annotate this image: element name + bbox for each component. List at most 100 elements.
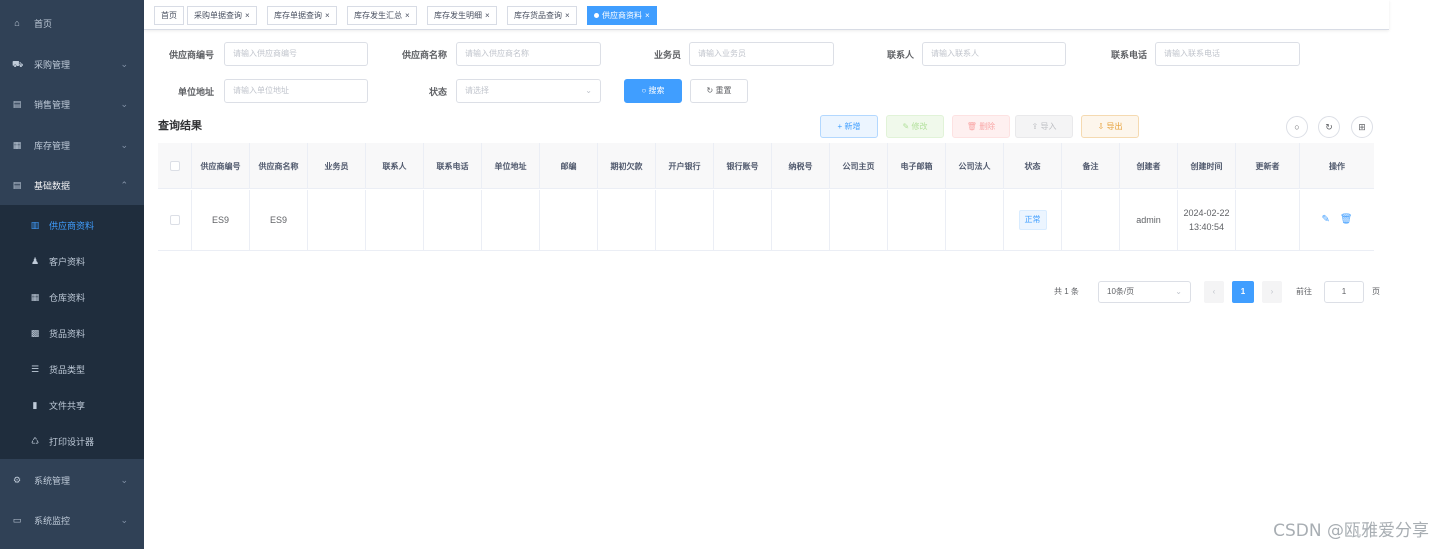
supplier-code-label: 供应商编号 <box>168 50 214 60</box>
sidebar-item-label: 基础数据 <box>34 180 71 191</box>
col-header: 供应商编号 <box>192 143 250 189</box>
sidebar-item-file-share[interactable]: ▮ 文件共享 <box>0 387 144 423</box>
file-icon: ▮ <box>32 400 38 410</box>
sidebar-item-label: 客户资料 <box>49 256 86 267</box>
tab-purchase-query[interactable]: 采购单据查询 × <box>187 6 257 25</box>
sidebar-item-label: 系统管理 <box>34 475 71 486</box>
salesman-input[interactable]: 请输入业务员 <box>689 42 834 66</box>
col-header: 供应商名称 <box>250 143 308 189</box>
tab-label: 供应商资料 <box>602 11 642 20</box>
chevron-down-icon: ⌄ <box>120 139 128 150</box>
select-all-checkbox[interactable] <box>169 161 180 171</box>
sidebar-item-monitor[interactable]: ▭ 系统监控 ⌄ <box>0 500 144 540</box>
tab-inventory-query[interactable]: 库存单据查询 × <box>267 6 337 25</box>
page-size-select[interactable]: 10条/页 ⌄ <box>1098 281 1191 303</box>
status-select-placeholder: 请选择 <box>465 86 489 95</box>
section-title: 查询结果 <box>158 120 202 132</box>
columns-button[interactable]: ⊞ <box>1351 116 1373 138</box>
download-icon: ⇩ <box>1097 122 1105 131</box>
tab-label: 库存发生汇总 <box>354 11 402 20</box>
supplier-name-input[interactable]: 请输入供应商名称 <box>456 42 601 66</box>
tab-home[interactable]: 首页 <box>154 6 184 25</box>
tab-supplier[interactable]: 供应商资料 × <box>587 6 657 25</box>
close-icon[interactable]: × <box>405 11 410 20</box>
tab-goods-query[interactable]: 库存货品查询 × <box>507 6 577 25</box>
database-icon: ▤ <box>12 180 22 190</box>
toggle-search-button[interactable]: ○ <box>1286 116 1308 138</box>
close-icon[interactable]: × <box>565 11 570 20</box>
export-button[interactable]: ⇩ 导出 <box>1081 115 1139 138</box>
list-icon: ☰ <box>30 364 40 374</box>
refresh-icon: ↻ <box>706 86 714 95</box>
supplier-name-label: 供应商名称 <box>401 50 447 60</box>
next-page-button[interactable]: › <box>1262 281 1282 303</box>
add-button[interactable]: + 新增 <box>820 115 878 138</box>
add-button-label: 新增 <box>844 122 861 131</box>
chevron-down-icon: ⌄ <box>120 98 128 109</box>
close-icon[interactable]: × <box>325 11 330 20</box>
close-icon[interactable]: × <box>485 11 490 20</box>
supplier-code-input[interactable]: 请输入供应商编号 <box>224 42 368 66</box>
address-input[interactable]: 请输入单位地址 <box>224 79 368 103</box>
goto-page-input[interactable]: 1 <box>1324 281 1364 303</box>
close-icon[interactable]: × <box>245 11 250 20</box>
sidebar-item-label: 仓库资料 <box>49 292 86 303</box>
chevron-right-icon: › <box>1270 287 1274 296</box>
sidebar-item-inventory[interactable]: ▦ 库存管理 ⌄ <box>0 125 144 165</box>
phone-input[interactable]: 请输入联系电话 <box>1155 42 1300 66</box>
sidebar-item-customer[interactable]: ♟ 客户资料 <box>0 243 144 279</box>
search-icon: ○ <box>1294 122 1300 132</box>
monitor-icon: ▭ <box>12 515 22 525</box>
cell-empty <box>830 190 888 250</box>
contact-input[interactable]: 请输入联系人 <box>922 42 1066 66</box>
cell-empty <box>946 190 1004 250</box>
tab-label: 首页 <box>161 11 177 20</box>
sidebar-item-sales[interactable]: ▤ 销售管理 ⌄ <box>0 84 144 124</box>
sidebar-item-label: 库存管理 <box>34 140 71 151</box>
sidebar-submenu: ▥ 供应商资料 ♟ 客户资料 ▦ 仓库资料 ▩ 货品资料 ☰ 货品类型 ▮ 文件… <box>0 205 144 459</box>
cell-empty <box>308 190 366 250</box>
sidebar-item-supplier[interactable]: ▥ 供应商资料 <box>0 207 144 243</box>
close-icon[interactable]: × <box>645 11 650 20</box>
sidebar-item-warehouse[interactable]: ▦ 仓库资料 <box>0 279 144 315</box>
salesman-label: 业务员 <box>653 50 681 60</box>
trash-icon[interactable]: 🗑 <box>1340 213 1353 227</box>
search-button-label: 搜索 <box>648 86 665 95</box>
sidebar-item-label: 打印设计器 <box>49 436 95 447</box>
col-header: 开户银行 <box>656 143 714 189</box>
sidebar-item-label: 首页 <box>34 18 53 29</box>
col-header: 公司法人 <box>946 143 1004 189</box>
edit-button[interactable]: ✎ 修改 <box>886 115 944 138</box>
col-header: 邮编 <box>540 143 598 189</box>
delete-button[interactable]: 🗑 删除 <box>952 115 1010 138</box>
prev-page-button[interactable]: ‹ <box>1204 281 1224 303</box>
document-icon: ▤ <box>12 99 22 109</box>
tab-inventory-summary[interactable]: 库存发生汇总 × <box>347 6 417 25</box>
warehouse-icon: ▦ <box>30 292 40 302</box>
row-checkbox[interactable] <box>169 215 180 225</box>
refresh-button[interactable]: ↻ <box>1318 116 1340 138</box>
import-button[interactable]: ⇪ 导入 <box>1015 115 1073 138</box>
select-all-cell <box>158 143 192 189</box>
sidebar-item-purchase[interactable]: ⛟ 采购管理 ⌄ <box>0 44 144 84</box>
sidebar-item-goods-type[interactable]: ☰ 货品类型 <box>0 351 144 387</box>
cell-empty <box>1062 190 1120 250</box>
plus-icon: + <box>837 122 843 131</box>
tabs-bar: 首页 采购单据查询 × 库存单据查询 × 库存发生汇总 × 库存发生明细 × 库存货品查… <box>144 0 1389 30</box>
tab-inventory-detail[interactable]: 库存发生明细 × <box>427 6 497 25</box>
box-icon: ▦ <box>12 140 22 150</box>
page-number-button[interactable]: 1 <box>1232 281 1254 303</box>
data-table: 供应商编号 供应商名称 业务员 联系人 联系电话 单位地址 邮编 期初欠款 开户… <box>158 143 1374 251</box>
sidebar-item-print-designer[interactable]: ♺ 打印设计器 <box>0 423 144 459</box>
cell-empty <box>540 190 598 250</box>
cell-empty <box>424 190 482 250</box>
search-button[interactable]: ○ 搜索 <box>624 79 682 103</box>
edit-icon[interactable]: ✎ <box>1321 213 1329 227</box>
reset-button[interactable]: ↻ 重置 <box>690 79 748 103</box>
pagination-total: 共 1 条 <box>1054 287 1079 296</box>
sidebar-item-home[interactable]: ⌂ 首页 <box>0 3 144 43</box>
sidebar-item-goods[interactable]: ▩ 货品资料 <box>0 315 144 351</box>
sidebar-item-system[interactable]: ⚙ 系统管理 ⌄ <box>0 460 144 500</box>
status-select[interactable]: 请选择 ⌄ <box>456 79 601 103</box>
sidebar-item-basic-data[interactable]: ▤ 基础数据 ⌃ <box>0 165 144 205</box>
